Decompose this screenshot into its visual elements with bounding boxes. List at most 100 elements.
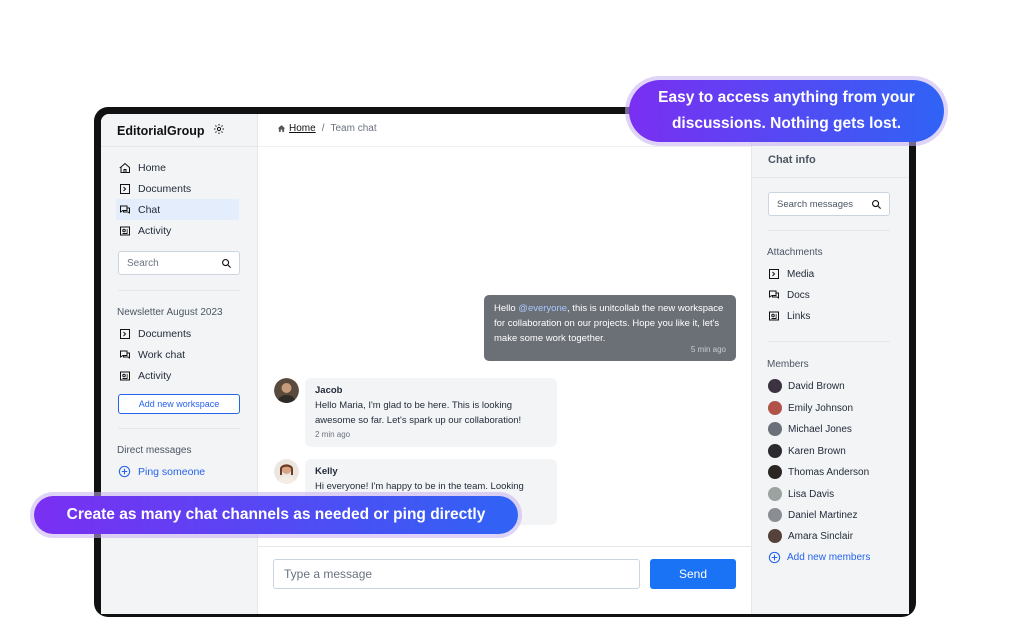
member-name: Michael Jones <box>788 423 852 435</box>
nav-item-documents[interactable]: Documents <box>116 178 239 199</box>
divider <box>752 177 909 178</box>
member-name: Daniel Martinez <box>788 509 858 521</box>
add-workspace-button[interactable]: Add new workspace <box>118 394 240 414</box>
chat-info-panel: Chat info Search messages Attachments Me… <box>751 114 909 614</box>
workspace-nav: Documents Work chat Activity <box>116 323 239 386</box>
member-name: Karen Brown <box>788 445 846 457</box>
docs-icon <box>769 290 779 299</box>
media-icon <box>769 269 779 279</box>
member-item[interactable]: Daniel Martinez <box>768 508 857 522</box>
members-label: Members <box>767 359 809 370</box>
divider <box>768 230 890 231</box>
add-members-link[interactable]: Add new members <box>768 551 870 564</box>
document-icon <box>120 183 130 194</box>
home-icon <box>119 162 130 173</box>
breadcrumb: Home / Team chat <box>277 123 377 134</box>
member-item[interactable]: Emily Johnson <box>768 401 853 415</box>
member-item[interactable]: David Brown <box>768 379 845 393</box>
member-item[interactable]: Lisa Davis <box>768 487 834 501</box>
sender-name: Kelly <box>315 466 338 477</box>
workspace-item-activity[interactable]: Activity <box>116 365 239 386</box>
activity-icon <box>120 371 130 380</box>
avatar <box>768 465 782 479</box>
nav-item-label: Chat <box>138 203 161 216</box>
message-bubble: Jacob Hello Maria, I'm glad to be here. … <box>305 378 557 447</box>
send-button[interactable]: Send <box>650 559 736 589</box>
avatar[interactable] <box>274 378 299 403</box>
outgoing-message: Hello @everyone, this is unitcollab the … <box>484 295 736 361</box>
divider <box>101 146 258 147</box>
nav-item-chat[interactable]: Chat <box>116 199 239 220</box>
nav-item-activity[interactable]: Activity <box>116 220 239 241</box>
attachment-label: Media <box>787 268 815 280</box>
add-members-label: Add new members <box>787 552 871 563</box>
message-input[interactable]: Type a message <box>273 559 640 589</box>
attachment-media[interactable]: Media <box>768 268 814 280</box>
ping-someone-link[interactable]: Ping someone <box>118 465 205 478</box>
workspace-item-work-chat[interactable]: Work chat <box>116 344 239 365</box>
avatar[interactable] <box>274 459 299 484</box>
search-placeholder: Search <box>127 257 159 269</box>
nav-item-label: Activity <box>138 369 172 382</box>
member-item[interactable]: Karen Brown <box>768 444 846 458</box>
message-time: 5 min ago <box>690 345 726 354</box>
search-icon <box>872 200 882 210</box>
nav-item-home[interactable]: Home <box>116 157 239 178</box>
feature-callout-bottom: Create as many chat channels as needed o… <box>34 496 518 534</box>
divider <box>258 546 751 547</box>
breadcrumb-home-label: Home <box>289 123 316 134</box>
member-name: David Brown <box>788 380 845 392</box>
avatar <box>768 444 782 458</box>
message-text: Hi everyone! I'm happy to be in the team… <box>315 481 524 492</box>
avatar <box>768 379 782 393</box>
nav-item-label: Documents <box>138 182 192 195</box>
nav-item-label: Work chat <box>138 348 186 361</box>
attachment-docs[interactable]: Docs <box>768 289 810 301</box>
search-placeholder: Search messages <box>777 198 854 210</box>
nav-item-label: Documents <box>138 327 192 340</box>
avatar <box>768 529 782 543</box>
member-item[interactable]: Amara Sinclair <box>768 529 853 543</box>
chat-info-title: Chat info <box>768 154 816 166</box>
links-icon <box>769 311 779 321</box>
main-nav: Home Documents Chat Activity <box>116 157 239 241</box>
message-input-placeholder: Type a message <box>284 567 373 581</box>
plus-circle-icon <box>768 551 781 564</box>
home-icon <box>277 125 286 132</box>
app-name: EditorialGroup <box>117 123 205 138</box>
member-name: Thomas Anderson <box>788 466 870 478</box>
member-item[interactable]: Thomas Anderson <box>768 465 869 479</box>
left-sidebar: EditorialGroup Home Documents Chat Activ… <box>101 114 258 614</box>
member-item[interactable]: Michael Jones <box>768 422 852 436</box>
sidebar-search-input[interactable]: Search <box>118 251 240 275</box>
breadcrumb-current: Team chat <box>330 123 377 134</box>
divider <box>768 341 890 342</box>
message-text: Hello <box>494 303 519 314</box>
workspace-item-documents[interactable]: Documents <box>116 323 239 344</box>
message-text: Hello Maria, I'm glad to be here. This i… <box>315 400 522 426</box>
document-icon <box>120 328 130 339</box>
avatar <box>768 487 782 501</box>
incoming-message: Jacob Hello Maria, I'm glad to be here. … <box>274 378 557 447</box>
app-window: EditorialGroup Home Documents Chat Activ… <box>101 114 909 614</box>
avatar <box>768 401 782 415</box>
attachment-links[interactable]: Links <box>768 310 810 322</box>
brand: EditorialGroup <box>117 123 225 138</box>
member-name: Lisa Davis <box>788 488 835 500</box>
workspace-title: Newsletter August 2023 <box>117 307 223 318</box>
direct-messages-label: Direct messages <box>117 445 192 456</box>
gear-icon[interactable] <box>213 123 225 138</box>
nav-item-label: Activity <box>138 224 172 237</box>
search-messages-input[interactable]: Search messages <box>768 192 890 216</box>
message-time: 2 min ago <box>315 430 351 439</box>
ping-someone-label: Ping someone <box>138 465 206 478</box>
breadcrumb-home-link[interactable]: Home <box>277 123 316 134</box>
avatar <box>768 508 782 522</box>
attachment-label: Links <box>787 310 811 322</box>
member-name: Amara Sinclair <box>788 530 854 542</box>
mention-everyone[interactable]: @everyone <box>518 303 567 314</box>
attachments-label: Attachments <box>767 247 823 258</box>
sender-name: Jacob <box>315 385 343 396</box>
divider <box>258 146 751 147</box>
plus-circle-icon <box>118 465 131 478</box>
